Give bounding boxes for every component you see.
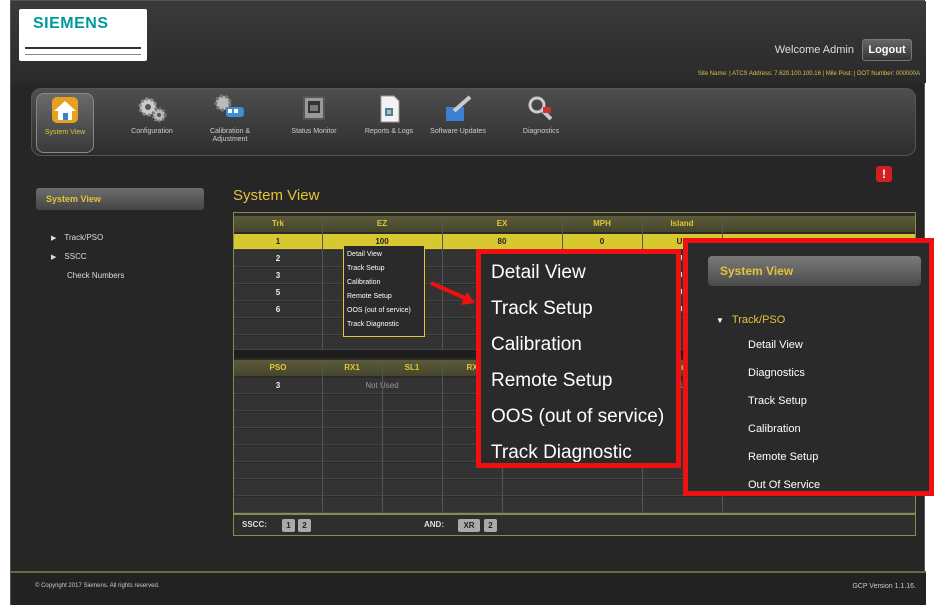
house-icon	[52, 97, 78, 123]
sscc-1-button[interactable]: 1	[282, 519, 295, 532]
ctx-track-diagnostic[interactable]: Track Diagnostic	[344, 318, 424, 332]
tool-calibration[interactable]: Calibration & Adjustment	[200, 93, 260, 153]
tool-system-view[interactable]: System View	[36, 93, 94, 153]
rp-item-out-of-service[interactable]: Out Of Service	[748, 479, 820, 491]
caret-down-icon: ▼	[716, 316, 724, 325]
siemens-logo: SIEMENS	[19, 9, 147, 61]
copyright-text: © Copyright 2017 Siemens. All rights res…	[35, 583, 160, 589]
rp-item-remote-setup[interactable]: Remote Setup	[748, 451, 818, 463]
ctx-remote-setup[interactable]: Remote Setup	[344, 290, 424, 304]
ctx-track-setup[interactable]: Track Setup	[344, 262, 424, 276]
header: SIEMENS Welcome Admin Logout Site Name: …	[11, 1, 926, 83]
table-row	[234, 497, 915, 513]
zoom-detail-view[interactable]: Detail View	[491, 262, 586, 284]
caret-right-icon: ▶	[51, 235, 57, 242]
ctx-calibration[interactable]: Calibration	[344, 276, 424, 290]
and-2-button[interactable]: 2	[484, 519, 497, 532]
leftnav-title[interactable]: System View	[36, 188, 204, 210]
main-toolbar: System View Configuration Calibration & …	[31, 88, 916, 156]
sscc-2-button[interactable]: 2	[298, 519, 311, 532]
zoom-calibration[interactable]: Calibration	[491, 334, 582, 356]
page-footer: © Copyright 2017 Siemens. All rights res…	[11, 571, 926, 605]
wrench-train-icon	[214, 94, 244, 117]
gears-icon	[138, 97, 167, 123]
rp-item-calibration[interactable]: Calibration	[748, 423, 801, 435]
sidebar-item-check-numbers[interactable]: Check Numbers	[67, 271, 124, 280]
top-table-header: Trk EZ EX MPH Island	[234, 216, 915, 232]
rp-item-diagnostics[interactable]: Diagnostics	[748, 367, 805, 379]
rp-title[interactable]: System View	[708, 256, 921, 286]
site-info: Site Name: | ATCS Address: 7.620.100.100…	[697, 71, 920, 77]
ctx-detail-view[interactable]: Detail View	[344, 248, 424, 262]
page-title: System View	[233, 187, 320, 204]
right-callout-panel: System View ▼ Track/PSO Detail View Diagn…	[683, 238, 934, 496]
alert-icon[interactable]: !	[876, 166, 892, 182]
zoom-oos[interactable]: OOS (out of service)	[491, 406, 664, 428]
sidebar-item-sscc[interactable]: ▶ SSCC	[51, 252, 87, 261]
report-icon	[380, 95, 400, 123]
and-label: AND:	[424, 520, 444, 529]
and-xr-button[interactable]: XR	[458, 519, 480, 532]
tool-configuration[interactable]: Configuration	[122, 93, 182, 153]
callout-arrow-icon	[430, 281, 475, 305]
tool-software-updates[interactable]: Software Updates	[430, 93, 486, 153]
tool-reports-logs[interactable]: Reports & Logs	[358, 93, 420, 153]
diagnostics-icon	[528, 96, 553, 121]
context-menu: Detail View Track Setup Calibration Remo…	[343, 245, 425, 337]
tool-diagnostics[interactable]: Diagnostics	[510, 93, 572, 153]
software-icon	[446, 95, 472, 121]
sscc-label: SSCC:	[242, 520, 267, 529]
status-footer-bar: SSCC: 1 2 AND: XR 2	[233, 514, 916, 536]
zoom-remote-setup[interactable]: Remote Setup	[491, 370, 612, 392]
sidebar-item-track-pso[interactable]: ▶ Track/PSO	[51, 233, 103, 242]
tool-status-monitor[interactable]: Status Monitor	[284, 93, 344, 153]
caret-right-icon: ▶	[51, 254, 57, 261]
zoom-track-diagnostic[interactable]: Track Diagnostic	[491, 442, 632, 464]
zoomed-context-menu: Detail View Track Setup Calibration Remo…	[476, 249, 681, 468]
logo-text: SIEMENS	[33, 15, 109, 32]
rp-item-detail-view[interactable]: Detail View	[748, 339, 803, 351]
logout-button[interactable]: Logout	[862, 39, 912, 61]
rp-item-track-setup[interactable]: Track Setup	[748, 395, 807, 407]
monitor-icon	[303, 96, 325, 120]
welcome-text: Welcome Admin	[774, 44, 854, 56]
version-text: GCP Version 1.1.16.	[852, 583, 916, 590]
zoom-track-setup[interactable]: Track Setup	[491, 298, 593, 320]
rp-track-pso[interactable]: ▼ Track/PSO	[716, 314, 785, 326]
ctx-oos[interactable]: OOS (out of service)	[344, 304, 424, 318]
